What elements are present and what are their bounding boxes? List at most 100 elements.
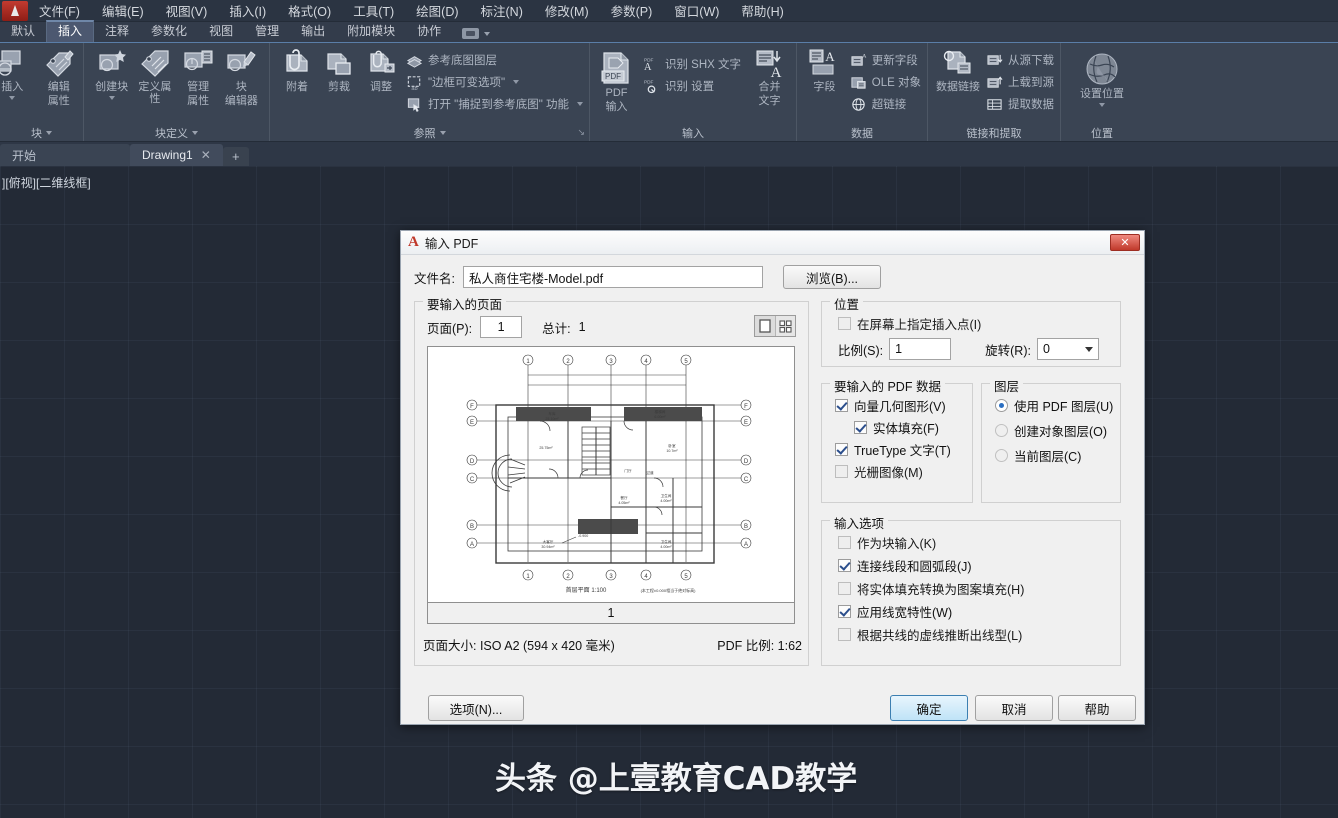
ribbon-tab-parametric[interactable]: 参数化 xyxy=(140,22,198,42)
page-number-input[interactable]: 1 xyxy=(480,316,522,338)
specify-onscreen-checkbox[interactable]: 在屏幕上指定插入点(I) xyxy=(838,314,981,333)
close-icon[interactable]: ✕ xyxy=(201,148,211,162)
file-tab-start[interactable]: 开始 xyxy=(0,144,130,166)
ribbon-row-recognition-settings[interactable]: PDF 识别 设置 xyxy=(643,75,741,97)
grid-view-icon xyxy=(779,320,792,333)
dialog-title-bar[interactable]: A 输入 PDF ✕ xyxy=(401,231,1144,255)
ribbon-tab-insert[interactable]: 插入 xyxy=(46,20,94,42)
ok-button[interactable]: 确定 xyxy=(890,695,968,721)
new-tab-button[interactable]: + xyxy=(223,147,249,166)
checkbox-insert-as-block[interactable]: 作为块输入(K) xyxy=(838,533,936,552)
ribbon-tab-manage[interactable]: 管理 xyxy=(244,22,290,42)
ribbon-row-ole-object[interactable]: OLE 对象 xyxy=(850,71,921,93)
menu-item-format[interactable]: 格式(O) xyxy=(277,0,342,23)
ribbon-button-create-block[interactable]: 创建块 xyxy=(90,47,133,100)
file-tab-drawing1[interactable]: Drawing1 ✕ xyxy=(130,144,223,166)
svg-text:4.00m²: 4.00m² xyxy=(660,545,672,549)
ribbon-button-pdf-import[interactable]: PDF PDF 输入 xyxy=(596,47,637,113)
ribbon-row-download-from-source[interactable]: 从源下载 xyxy=(986,49,1054,71)
page-row: 页面(P): 1 总计: 1 xyxy=(427,316,586,338)
file-name-input[interactable]: 私人商住宅楼-Model.pdf xyxy=(463,266,763,288)
panel-dialog-launcher-icon[interactable]: ↘ xyxy=(577,127,585,138)
preview-view-toggle[interactable] xyxy=(754,315,796,337)
import-options-group: 输入选项 作为块输入(K) 连接线段和圆弧段(J) 将实体填充转换为图案填充(H… xyxy=(821,520,1121,666)
checkbox-join-line-arc-segments[interactable]: 连接线段和圆弧段(J) xyxy=(838,556,972,575)
menu-item-window[interactable]: 窗口(W) xyxy=(663,0,730,23)
ribbon-button-insert-block[interactable]: 插入 xyxy=(0,47,35,100)
ribbon-row-recognize-shx[interactable]: PDF A 识别 SHX 文字 xyxy=(643,53,741,75)
ribbon-button-attach[interactable]: 附着 xyxy=(276,47,318,93)
ribbon-tab-output[interactable]: 输出 xyxy=(290,22,336,42)
help-button[interactable]: 帮助 xyxy=(1058,695,1136,721)
menu-item-dimension[interactable]: 标注(N) xyxy=(470,0,534,23)
ribbon-button-block-editor[interactable]: 块 编辑器 xyxy=(220,47,263,107)
scale-input[interactable]: 1 xyxy=(889,338,951,360)
ribbon-button-field[interactable]: A 字段 xyxy=(803,47,846,93)
ribbon-tab-annotate[interactable]: 注释 xyxy=(94,22,140,42)
ribbon-row-hyperlink[interactable]: 超链接 xyxy=(850,93,921,115)
autocad-logo-icon[interactable] xyxy=(2,1,28,21)
ribbon-panel-linking-extraction: 数据链接 从源下载 xyxy=(928,43,1061,141)
ribbon-panel-title-location[interactable]: 位置 xyxy=(1061,124,1143,141)
radio-current-layer[interactable]: 当前图层(C) xyxy=(995,446,1081,465)
snap-underlay-icon xyxy=(406,96,423,113)
svg-text:门厅: 门厅 xyxy=(624,468,632,473)
single-page-view-button[interactable] xyxy=(755,316,775,336)
browse-button[interactable]: 浏览(B)... xyxy=(783,265,881,289)
ribbon-workspace-switcher[interactable] xyxy=(462,28,490,42)
menu-item-draw[interactable]: 绘图(D) xyxy=(405,0,469,23)
cancel-button[interactable]: 取消 xyxy=(975,695,1053,721)
checkbox-convert-solid-fills-to-hatches[interactable]: 将实体填充转换为图案填充(H) xyxy=(838,579,1024,598)
ribbon-button-clip[interactable]: 剪裁 xyxy=(318,47,360,93)
scale-rotation-row: 比例(S): 1 旋转(R): 0 xyxy=(838,338,1099,360)
checkbox-box xyxy=(854,421,867,434)
radio-create-object-layers[interactable]: 创建对象图层(O) xyxy=(995,421,1107,440)
ribbon-row-underlay-layers[interactable]: 参考底图图层 xyxy=(406,49,583,71)
ribbon-row-label: OLE 对象 xyxy=(872,74,921,90)
ribbon-button-adjust[interactable]: 调整 xyxy=(360,47,402,93)
checkbox-vector-geometry[interactable]: 向量几何图形(V) xyxy=(835,396,946,415)
ribbon-button-edit-attributes[interactable]: 编辑 属性 xyxy=(37,47,82,107)
ribbon-button-combine-text[interactable]: A 合并 文字 xyxy=(749,47,790,107)
ribbon-panel-title-block[interactable]: 块 xyxy=(0,124,83,141)
ribbon-panel-title-block-definition[interactable]: 块定义 xyxy=(84,124,269,141)
ribbon-panel-title-data[interactable]: 数据 xyxy=(797,124,927,141)
ribbon-button-set-location[interactable]: 设置位置 xyxy=(1072,47,1132,107)
ribbon-panel-title-reference[interactable]: 参照 ↘ xyxy=(270,124,589,141)
menu-item-parametric[interactable]: 参数(P) xyxy=(600,0,664,23)
radio-use-pdf-layers[interactable]: 使用 PDF 图层(U) xyxy=(995,396,1113,415)
ribbon-row-snap-underlay[interactable]: 打开 "捕捉到参考底图" 功能 xyxy=(406,93,583,115)
menu-item-help[interactable]: 帮助(H) xyxy=(730,0,794,23)
checkbox-raster-images[interactable]: 光栅图像(M) xyxy=(835,462,923,481)
ribbon-panel-title-import[interactable]: 输入 xyxy=(590,124,796,141)
menu-item-tools[interactable]: 工具(T) xyxy=(342,0,405,23)
checkbox-truetype-text[interactable]: TrueType 文字(T) xyxy=(835,440,951,459)
menu-item-view[interactable]: 视图(V) xyxy=(155,0,219,23)
checkbox-label: 将实体填充转换为图案填充(H) xyxy=(857,579,1024,598)
ribbon-panel-import: PDF PDF 输入 PDF A 识别 SHX 文字 PDF xyxy=(590,43,797,141)
ribbon-button-define-attribute[interactable]: 定义属性 xyxy=(133,47,176,105)
ribbon-row-extract-data[interactable]: 提取数据 xyxy=(986,93,1054,115)
rotation-select[interactable]: 0 xyxy=(1037,338,1099,360)
checkbox-box xyxy=(838,628,851,641)
ribbon-row-frame-vary[interactable]: ab "边框可变选项" xyxy=(406,71,583,93)
close-button[interactable]: ✕ xyxy=(1110,234,1140,251)
ribbon-row-upload-to-source[interactable]: 上载到源 xyxy=(986,71,1054,93)
menu-item-edit[interactable]: 编辑(E) xyxy=(91,0,155,23)
ribbon-row-update-fields[interactable]: A 更新字段 xyxy=(850,49,921,71)
ribbon-button-manage-attributes[interactable]: 管理 属性 xyxy=(177,47,220,107)
checkbox-solid-fills[interactable]: 实体填充(F) xyxy=(854,418,939,437)
ribbon-tab-collaborate[interactable]: 协作 xyxy=(406,22,452,42)
ribbon-tab-default[interactable]: 默认 xyxy=(0,22,46,42)
ribbon-tab-view[interactable]: 视图 xyxy=(198,22,244,42)
checkbox-apply-lineweight-properties[interactable]: 应用线宽特性(W) xyxy=(838,602,952,621)
menu-item-modify[interactable]: 修改(M) xyxy=(534,0,600,23)
grid-page-view-button[interactable] xyxy=(775,316,795,336)
menu-item-insert[interactable]: 插入(I) xyxy=(218,0,277,23)
ribbon-tab-addins[interactable]: 附加模块 xyxy=(336,22,406,42)
ribbon-panel-title-linking-extraction[interactable]: 链接和提取 xyxy=(928,124,1060,141)
pdf-preview[interactable]: 1 2 3 4 5 xyxy=(427,346,795,624)
ribbon-button-data-link[interactable]: 数据链接 xyxy=(934,47,982,93)
checkbox-infer-linetypes-from-collinear-dashes[interactable]: 根据共线的虚线推断出线型(L) xyxy=(838,625,1022,644)
options-button[interactable]: 选项(N)... xyxy=(428,695,524,721)
